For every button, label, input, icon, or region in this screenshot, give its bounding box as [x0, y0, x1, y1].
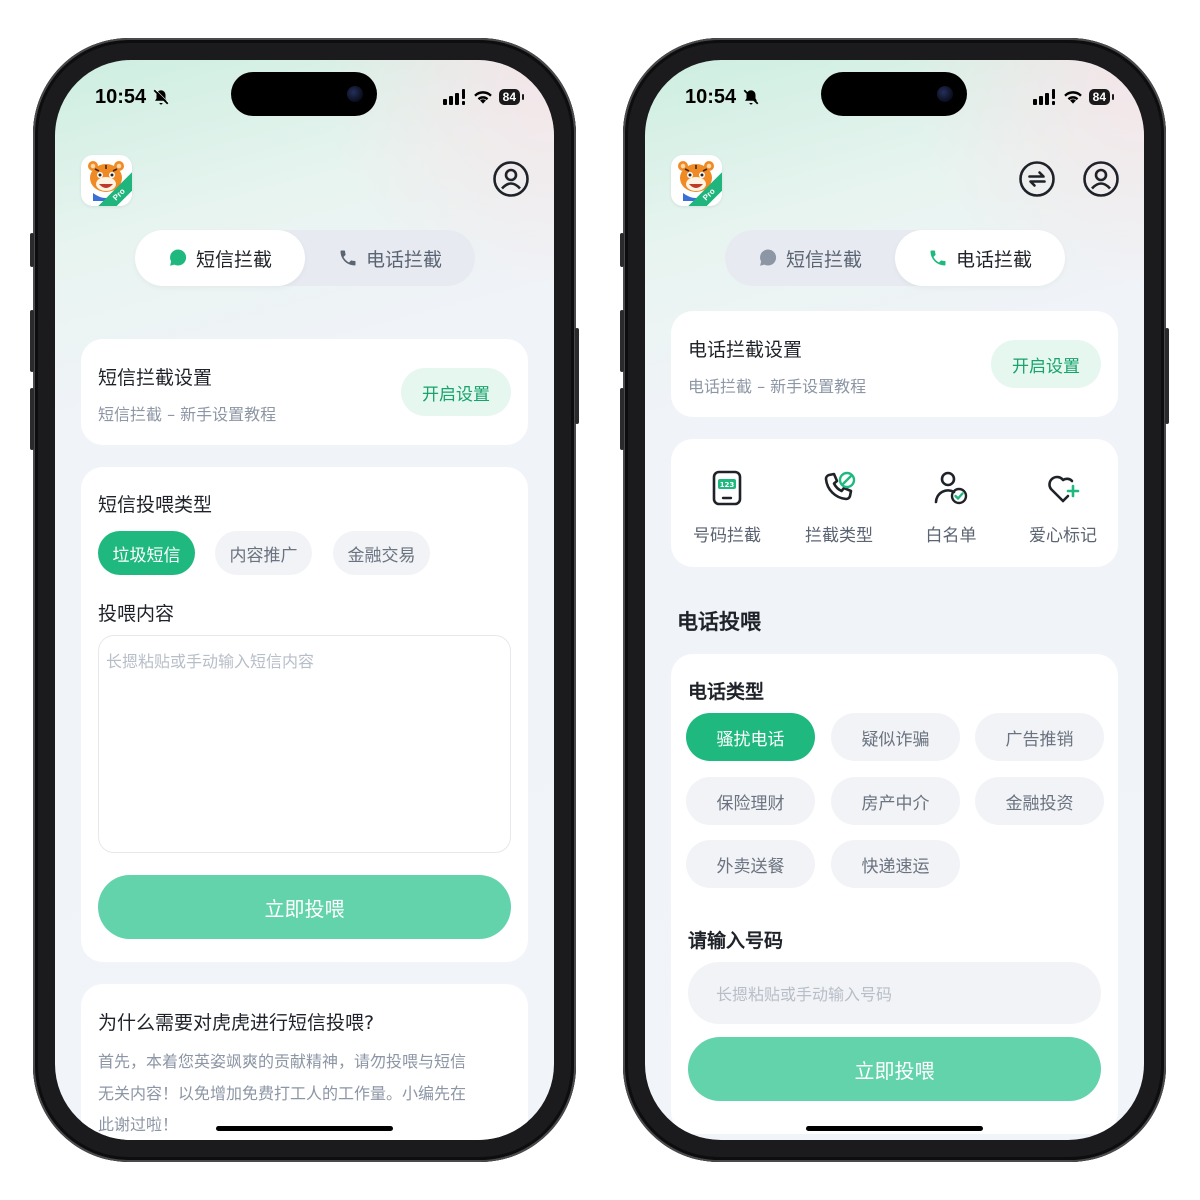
feature-number-block[interactable]: 123 号码拦截 [671, 469, 783, 546]
user-profile-icon[interactable] [1082, 160, 1120, 198]
tab-label: 短信拦截 [195, 248, 272, 271]
submit-feed-button[interactable]: 立即投喂 [98, 875, 511, 939]
feature-grid-card: 123 号码拦截 拦截类型 白名单 爱心标记 [671, 439, 1118, 567]
settings-title: 电话拦截设置 [688, 339, 803, 361]
chip-insurance[interactable]: 保险理财 [686, 777, 815, 825]
feature-whitelist[interactable]: 白名单 [895, 469, 1007, 546]
signal-icon [442, 89, 465, 105]
status-time: 10:54 [95, 85, 147, 108]
bell-slash-icon [743, 89, 759, 105]
bell-slash-icon [153, 88, 170, 105]
tab-sms-block[interactable]: 短信拦截 [135, 230, 305, 286]
tab-label: 电话拦截 [955, 248, 1032, 271]
chip-real-estate[interactable]: 房产中介 [831, 777, 960, 825]
volume-up-button [620, 310, 624, 372]
faq-title: 为什么需要对虎虎进行短信投喂? [98, 1012, 375, 1034]
enable-settings-button[interactable]: 开启设置 [991, 340, 1101, 388]
number-keypad-icon: 123 [712, 470, 742, 506]
sms-content-input[interactable]: 长摁粘贴或手动输入短信内容 [98, 635, 511, 853]
call-feed-card: 电话类型 骚扰电话 疑似诈骗 广告推销 保险理财 房产中介 金融投资 外卖送餐 … [671, 654, 1118, 1134]
settings-subtitle[interactable]: 电话拦截 – 新手设置教程 [688, 373, 866, 397]
chip-ad-sales[interactable]: 广告推销 [975, 713, 1104, 761]
app-logo[interactable]: Pro [81, 155, 132, 206]
signal-icon [1032, 89, 1055, 105]
power-button [575, 328, 579, 424]
feature-block-type[interactable]: 拦截类型 [783, 469, 895, 546]
faq-line: 首先，本着您英姿飒爽的贡献精神，请勿投喂与短信 [98, 1052, 467, 1071]
settings-title: 短信拦截设置 [98, 367, 213, 389]
wifi-icon [1063, 91, 1082, 104]
wifi-icon [473, 91, 492, 104]
sms-feed-card: 短信投喂类型 垃圾短信 内容推广 金融交易 投喂内容 长摁粘贴或手动输入短信内容… [81, 467, 528, 962]
power-button [1165, 328, 1169, 424]
action-button [30, 233, 34, 267]
heart-plus-icon [1048, 475, 1080, 503]
submit-feed-button[interactable]: 立即投喂 [688, 1037, 1101, 1101]
phone-frame-call: 10:54 84 Pro 短信拦截 电话拦截 电话拦截设置 电话拦截 – 新手设… [620, 38, 1169, 1162]
status-bar: 10:54 84 [685, 84, 1115, 110]
feature-heart-mark[interactable]: 爱心标记 [1007, 469, 1119, 546]
message-bubble-icon [760, 249, 777, 266]
volume-up-button [30, 310, 34, 372]
chip-financial-investment[interactable]: 金融投资 [975, 777, 1104, 825]
user-check-icon [934, 471, 968, 505]
faq-line: 此谢过啦！ [98, 1115, 179, 1134]
tab-call-block[interactable]: 电话拦截 [895, 230, 1065, 286]
call-type-title: 电话类型 [688, 681, 765, 703]
phone-icon [930, 250, 946, 266]
feed-content-title: 投喂内容 [98, 603, 175, 625]
tab-call-block[interactable]: 电话拦截 [305, 230, 475, 286]
sms-settings-card[interactable]: 短信拦截设置 短信拦截 – 新手设置教程 开启设置 [81, 339, 528, 445]
screen-call-block: 10:54 84 Pro 短信拦截 电话拦截 电话拦截设置 电话拦截 – 新手设… [645, 60, 1144, 1140]
number-input-title: 请输入号码 [688, 930, 784, 952]
faq-line: 无关内容！以免增加免费打工人的工作量。小编先在 [98, 1083, 467, 1103]
user-profile-icon[interactable] [492, 160, 530, 198]
status-time: 10:54 [685, 85, 737, 108]
tab-label: 电话拦截 [365, 248, 442, 271]
home-indicator[interactable] [216, 1126, 393, 1131]
chip-suspected-fraud[interactable]: 疑似诈骗 [831, 713, 960, 761]
feature-label: 白名单 [925, 526, 977, 546]
block-type-tabs: 短信拦截 电话拦截 [725, 230, 1065, 286]
volume-down-button [620, 388, 624, 450]
feature-label: 爱心标记 [1029, 526, 1097, 546]
app-logo[interactable]: Pro [671, 155, 722, 206]
phone-number-input[interactable]: 长摁粘贴或手动输入号码 [688, 962, 1101, 1024]
chip-spam-sms[interactable]: 垃圾短信 [98, 531, 195, 575]
phone-block-icon [824, 471, 856, 501]
feature-label: 拦截类型 [805, 526, 873, 546]
battery-indicator: 84 [498, 89, 525, 105]
enable-settings-button[interactable]: 开启设置 [401, 368, 511, 416]
tab-label: 短信拦截 [785, 248, 862, 271]
tab-sms-block[interactable]: 短信拦截 [725, 230, 895, 286]
status-bar: 10:54 84 [95, 84, 525, 110]
home-indicator[interactable] [806, 1126, 983, 1131]
chip-harassment-call[interactable]: 骚扰电话 [686, 713, 815, 761]
message-bubble-icon [170, 249, 187, 266]
feature-label: 号码拦截 [693, 526, 761, 546]
action-button [620, 233, 624, 267]
chip-food-delivery[interactable]: 外卖送餐 [686, 840, 815, 888]
screen-sms-block: 10:54 84 Pro 短信拦截 电话拦截 短信拦截设置 短信拦截 – 新手设… [55, 60, 554, 1140]
sync-icon[interactable] [1018, 160, 1056, 198]
call-feed-section-title: 电话投喂 [677, 610, 761, 634]
sms-type-title: 短信投喂类型 [98, 494, 213, 516]
chip-express-courier[interactable]: 快递速运 [831, 840, 960, 888]
svg-text:123: 123 [720, 481, 735, 489]
chip-financial-transaction[interactable]: 金融交易 [333, 531, 430, 575]
faq-card: 为什么需要对虎虎进行短信投喂? 首先，本着您英姿飒爽的贡献精神，请勿投喂与短信 … [81, 984, 528, 1140]
battery-indicator: 84 [1088, 89, 1115, 105]
volume-down-button [30, 388, 34, 450]
phone-icon [340, 250, 356, 266]
settings-subtitle[interactable]: 短信拦截 – 新手设置教程 [98, 401, 276, 425]
call-settings-card[interactable]: 电话拦截设置 电话拦截 – 新手设置教程 开启设置 [671, 311, 1118, 417]
chip-content-promo[interactable]: 内容推广 [215, 531, 312, 575]
block-type-tabs: 短信拦截 电话拦截 [135, 230, 475, 286]
phone-frame-sms: 10:54 84 Pro 短信拦截 电话拦截 短信拦截设置 短信拦截 – 新手设… [30, 38, 579, 1162]
